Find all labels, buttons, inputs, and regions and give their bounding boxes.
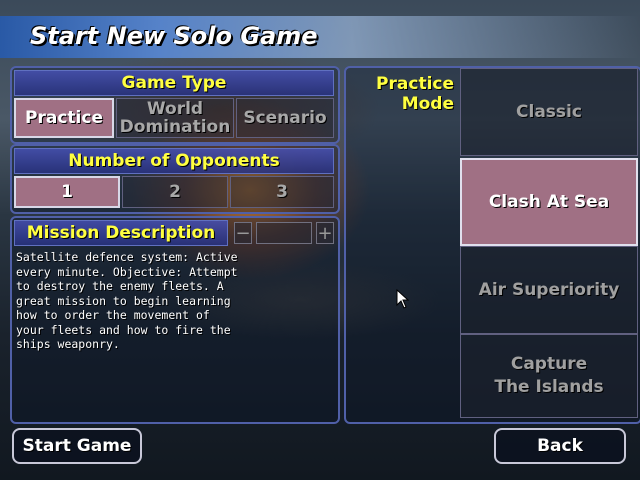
mission-header: Mission Description	[14, 220, 228, 246]
game-type-world-domination[interactable]: World Domination	[116, 98, 234, 138]
opponents-option-3[interactable]: 3	[230, 176, 334, 208]
start-game-button[interactable]: Start Game	[12, 428, 142, 464]
game-type-practice[interactable]: Practice	[14, 98, 114, 138]
page-title: Start New Solo Game	[30, 22, 318, 50]
opponents-option-2[interactable]: 2	[122, 176, 228, 208]
mission-next-button[interactable]: +	[316, 222, 334, 244]
opponents-header: Number of Opponents	[14, 148, 334, 174]
mission-prev-button[interactable]: −	[234, 222, 252, 244]
mission-description-text: Satellite defence system: Active every m…	[16, 250, 238, 351]
game-type-header: Game Type	[14, 70, 334, 96]
mode-air-superiority[interactable]: Air Superiority	[460, 246, 638, 334]
practice-mode-label: Practice Mode	[376, 74, 454, 114]
back-button[interactable]: Back	[494, 428, 626, 464]
opponents-option-1[interactable]: 1	[14, 176, 120, 208]
game-type-scenario[interactable]: Scenario	[236, 98, 334, 138]
mode-clash-at-sea[interactable]: Clash At Sea	[460, 158, 638, 246]
mode-classic[interactable]: Classic	[460, 68, 638, 156]
mode-capture-the-islands[interactable]: Capture The Islands	[460, 334, 638, 418]
mission-stepper-track	[256, 222, 312, 244]
